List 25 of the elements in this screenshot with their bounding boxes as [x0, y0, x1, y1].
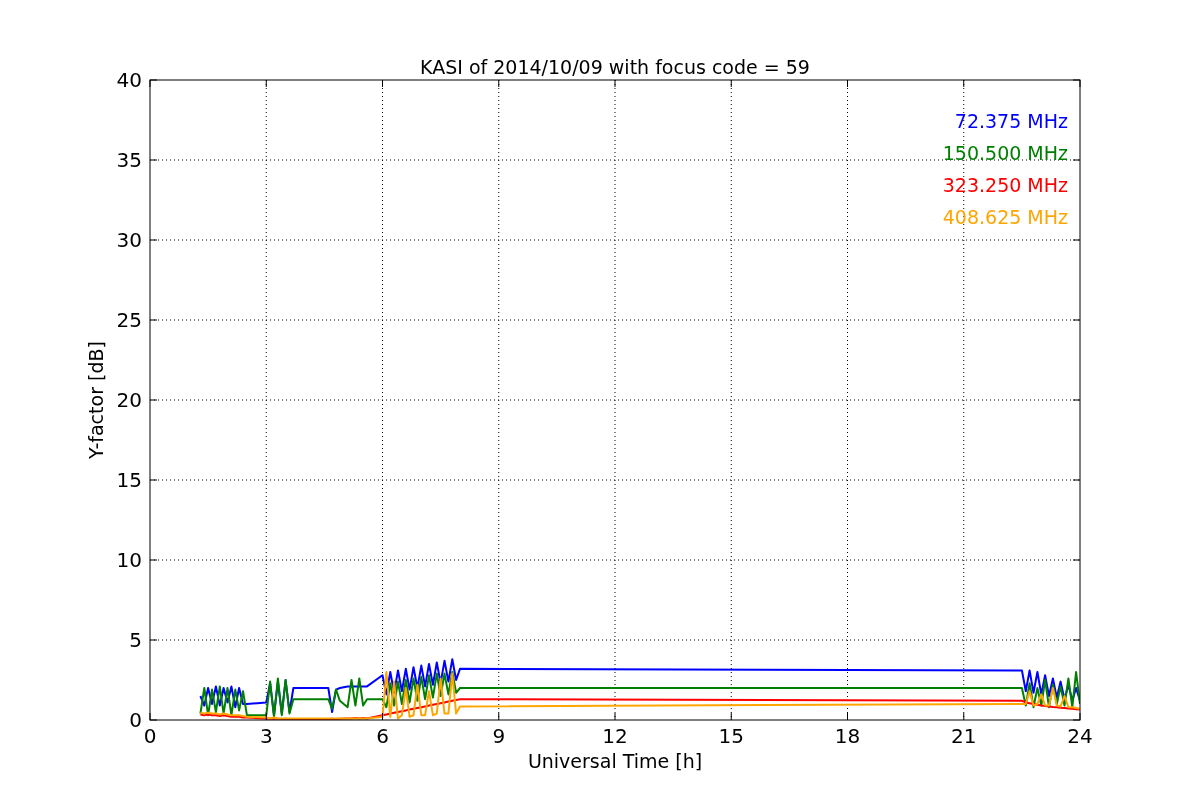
chart-title: KASI of 2014/10/09 with focus code = 59: [420, 56, 810, 78]
x-tick-label: 0: [143, 724, 157, 748]
y-tick-label: 30: [116, 228, 142, 252]
x-tick-label: 15: [718, 724, 744, 748]
x-tick-label: 6: [376, 724, 389, 748]
x-tick-label: 3: [259, 724, 273, 748]
y-tick-label: 35: [116, 148, 142, 172]
x-axis-label: Universal Time [h]: [527, 750, 703, 772]
y-axis-label: Y-factor [dB]: [85, 341, 107, 459]
legend-label: 408.625 MHz: [942, 206, 1068, 228]
x-tick-label: 9: [492, 724, 506, 748]
legend-label: 323.250 MHz: [942, 174, 1068, 196]
y-tick-label: 40: [116, 68, 142, 92]
y-tick-label: 15: [116, 468, 142, 492]
legend-label: 72.375 MHz: [954, 110, 1068, 132]
x-tick-label: 18: [834, 724, 861, 748]
y-tick-label: 20: [116, 388, 142, 412]
y-tick-label: 5: [129, 628, 142, 652]
x-tick-label: 24: [1067, 724, 1093, 748]
x-tick-label: 21: [951, 724, 977, 748]
legend-label: 150.500 MHz: [942, 142, 1068, 164]
y-tick-label: 25: [116, 308, 142, 332]
y-tick-label: 0: [129, 708, 142, 732]
x-tick-label: 12: [602, 724, 628, 748]
y-tick-label: 10: [116, 548, 142, 572]
